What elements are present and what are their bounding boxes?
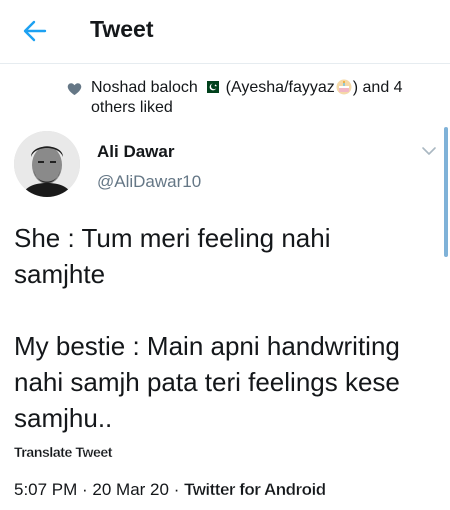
tweet-detail-screen: Tweet Noshad baloch (Ayesha/fayyaz ) and… [0, 0, 450, 510]
social-context-text: Noshad baloch (Ayesha/fayyaz ) and 4 oth… [91, 78, 403, 118]
chevron-down-icon[interactable] [421, 144, 437, 158]
translate-tweet-link[interactable]: Translate Tweet [14, 444, 113, 460]
heart-icon [67, 83, 82, 96]
liked-label: others liked [91, 99, 173, 116]
pakistan-flag-icon [203, 81, 220, 93]
liker-alias: (Ayesha/fayyaz [225, 79, 335, 96]
tweet-source-link[interactable]: Twitter for Android [184, 480, 326, 499]
avatar-photo [14, 131, 80, 197]
others-count: ) and 4 [352, 79, 403, 96]
back-arrow-icon [23, 20, 47, 42]
scrollbar[interactable] [444, 127, 448, 257]
cake-icon [336, 79, 352, 95]
back-button[interactable] [22, 18, 48, 44]
author-handle[interactable]: @AliDawar10 [97, 172, 201, 192]
header-divider [0, 63, 450, 64]
app-header: Tweet [0, 0, 450, 64]
tweet-date: 20 Mar 20 [92, 480, 169, 499]
liker-name: Noshad baloch [91, 79, 198, 96]
tweet-metadata: 5:07 PM · 20 Mar 20 · Twitter for Androi… [14, 480, 326, 500]
page-title: Tweet [90, 16, 154, 42]
tweet-text: She : Tum meri feeling nahi samjhte My b… [14, 223, 400, 433]
meta-separator: · [77, 480, 93, 499]
avatar[interactable] [14, 131, 80, 197]
meta-separator: · [168, 480, 185, 499]
tweet-time: 5:07 PM [14, 480, 78, 499]
author-name[interactable]: Ali Dawar [97, 142, 174, 162]
